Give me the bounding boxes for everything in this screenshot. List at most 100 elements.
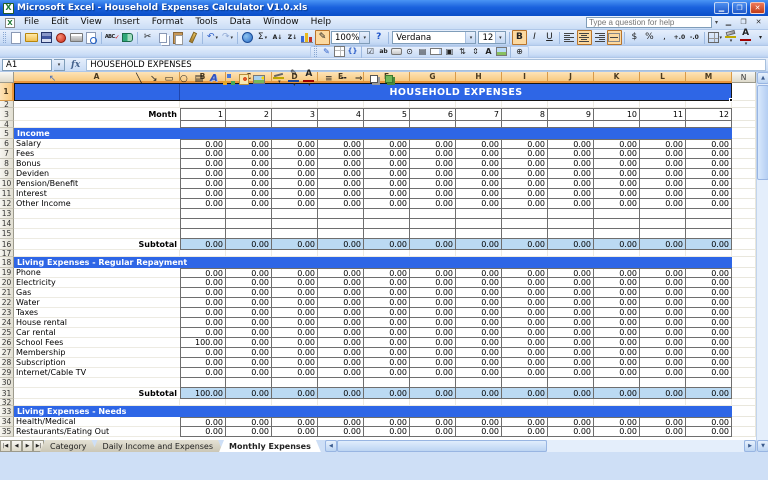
cell[interactable]: 0.00 [548, 189, 594, 199]
row-header[interactable]: 22 [0, 298, 14, 308]
cell[interactable]: 0.00 [686, 239, 732, 250]
empty-cell[interactable] [594, 399, 640, 406]
cell[interactable]: 0.00 [594, 368, 640, 378]
dropdown-arrow-icon[interactable]: ▾ [730, 38, 733, 44]
cell[interactable]: 0.00 [272, 179, 318, 189]
cell[interactable] [318, 219, 364, 229]
empty-cell[interactable] [548, 399, 594, 406]
cell[interactable]: 0.00 [364, 169, 410, 179]
cell[interactable] [732, 169, 756, 179]
cell[interactable] [732, 139, 756, 149]
cell[interactable] [732, 121, 756, 128]
cell[interactable]: 0.00 [502, 388, 548, 399]
textbox-control-icon[interactable]: ab [377, 46, 390, 57]
copy-icon[interactable] [155, 30, 170, 45]
cell[interactable]: 0.00 [640, 417, 686, 427]
cell[interactable] [732, 268, 756, 278]
toggle-button-control-icon[interactable]: ▣ [443, 46, 456, 57]
cell[interactable]: 0.00 [686, 169, 732, 179]
cell[interactable]: 0.00 [364, 189, 410, 199]
cell[interactable]: 0.00 [410, 358, 456, 368]
cell[interactable]: 0.00 [410, 199, 456, 209]
cell[interactable]: 0.00 [456, 169, 502, 179]
cell[interactable] [640, 378, 686, 388]
label-cell[interactable]: Bonus [14, 159, 180, 169]
cell[interactable] [686, 378, 732, 388]
cell[interactable]: 0.00 [548, 338, 594, 348]
cell[interactable]: 0.00 [594, 427, 640, 437]
permission-icon[interactable] [54, 30, 69, 45]
cell[interactable]: 0.00 [686, 278, 732, 288]
cell[interactable]: 5 [364, 108, 410, 121]
empty-cell[interactable] [456, 250, 502, 257]
cell[interactable]: 0.00 [364, 179, 410, 189]
cell[interactable]: 0.00 [502, 298, 548, 308]
question-box-dropdown-icon[interactable]: ▾ [712, 19, 721, 26]
label-cell[interactable]: Fees [14, 149, 180, 159]
name-box[interactable]: A1 [2, 59, 52, 71]
merged-title-cell[interactable]: HOUSEHOLD EXPENSES [14, 83, 732, 101]
spelling-icon[interactable]: ABC [104, 30, 120, 45]
menu-format[interactable]: Format [146, 16, 190, 29]
cell[interactable]: 0.00 [548, 159, 594, 169]
cell[interactable]: 0.00 [640, 179, 686, 189]
cell[interactable]: 0.00 [318, 417, 364, 427]
section-header-cell[interactable]: Living Expenses - Regular Repayment [14, 257, 732, 268]
cell[interactable]: 0.00 [318, 368, 364, 378]
cell[interactable] [732, 298, 756, 308]
cell[interactable]: 0.00 [640, 358, 686, 368]
cell[interactable]: 0.00 [318, 338, 364, 348]
horizontal-scrollbar-thumb[interactable] [337, 440, 547, 452]
row-header[interactable]: 19 [0, 268, 14, 278]
italic-button[interactable]: I [527, 30, 542, 45]
cell[interactable]: 0.00 [686, 328, 732, 338]
cell[interactable]: 0.00 [180, 358, 226, 368]
row-header[interactable]: 6 [0, 139, 14, 149]
cell[interactable]: 0.00 [686, 358, 732, 368]
label-cell[interactable]: Pension/Benefit [14, 179, 180, 189]
cell[interactable]: 0.00 [318, 358, 364, 368]
section-header-cell[interactable]: Income [14, 128, 732, 139]
cell[interactable] [456, 378, 502, 388]
horizontal-scrollbar-track[interactable] [547, 440, 744, 452]
cell[interactable] [226, 378, 272, 388]
month-label-cell[interactable]: Month [14, 108, 180, 121]
cell[interactable] [732, 427, 756, 437]
cell[interactable]: 0.00 [548, 149, 594, 159]
cell[interactable]: 0.00 [456, 199, 502, 209]
cell[interactable] [732, 199, 756, 209]
dash-style-icon[interactable]: ╍ [336, 73, 351, 86]
cell[interactable]: 0.00 [180, 427, 226, 437]
row-header[interactable]: 33 [0, 406, 14, 417]
cell[interactable]: 0.00 [502, 169, 548, 179]
cell[interactable] [732, 288, 756, 298]
cell[interactable] [732, 83, 756, 101]
cell[interactable] [732, 358, 756, 368]
cell[interactable]: 0.00 [226, 268, 272, 278]
cell[interactable]: 0.00 [686, 139, 732, 149]
cell[interactable]: 0.00 [456, 268, 502, 278]
row-header[interactable]: 35 [0, 427, 14, 437]
cell[interactable] [686, 209, 732, 219]
empty-cell[interactable] [14, 399, 180, 406]
arrow-icon[interactable]: ↘ [146, 73, 161, 86]
cell[interactable]: 0.00 [686, 298, 732, 308]
cell[interactable] [502, 121, 548, 128]
cell[interactable]: 0.00 [502, 368, 548, 378]
cell[interactable]: 0.00 [594, 388, 640, 399]
merge-center-icon[interactable] [607, 30, 622, 45]
row-header[interactable]: 25 [0, 328, 14, 338]
line-color-icon[interactable]: ✎▾ [286, 73, 301, 86]
cell[interactable]: 0.00 [410, 368, 456, 378]
cell[interactable] [272, 378, 318, 388]
cell[interactable]: 0.00 [180, 368, 226, 378]
option-button-control-icon[interactable]: ⊙ [403, 46, 416, 57]
menu-window[interactable]: Window [257, 16, 305, 29]
cell[interactable]: 0.00 [318, 298, 364, 308]
decrease-decimal-icon[interactable]: -.0 [687, 30, 702, 45]
column-header[interactable]: M [686, 72, 732, 83]
cell[interactable]: 0.00 [456, 348, 502, 358]
cell[interactable]: 0.00 [502, 179, 548, 189]
cell[interactable]: 0.00 [318, 239, 364, 250]
dropdown-arrow-icon[interactable]: ▾ [720, 35, 723, 41]
